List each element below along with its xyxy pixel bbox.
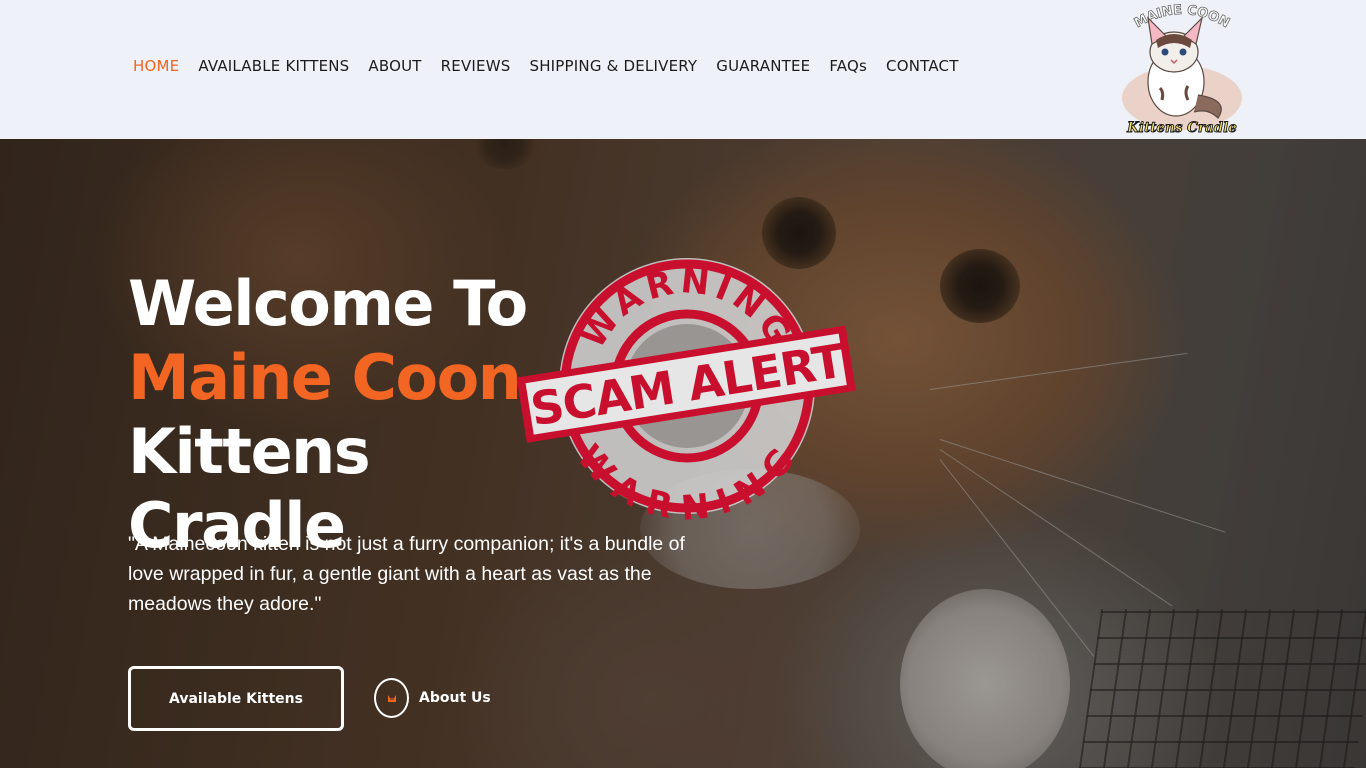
hero-title-line1: Welcome To	[128, 267, 528, 340]
nav-reviews[interactable]: REVIEWS	[441, 57, 511, 75]
hero-title-accent: Maine Coon	[128, 341, 522, 414]
about-us-label: About Us	[419, 690, 491, 706]
site-header: HOME AVAILABLE KITTENS ABOUT REVIEWS SHI…	[0, 0, 1366, 139]
svg-text:MAINE COON: MAINE COON	[1132, 3, 1232, 31]
about-us-button[interactable]: About Us	[374, 678, 491, 718]
available-kittens-button[interactable]: Available Kittens	[128, 666, 344, 731]
nav-home[interactable]: HOME	[133, 57, 179, 75]
nav-guarantee[interactable]: GUARANTEE	[716, 57, 810, 75]
logo-bottom-text: Kittens Cradle	[1126, 120, 1237, 136]
hero-title-rest: Kittens	[128, 415, 371, 488]
hero-quote: "A Mainecoon kitten is not just a furry …	[128, 533, 685, 615]
cat-icon	[387, 695, 396, 702]
about-circle	[374, 678, 409, 718]
site-logo[interactable]: MAINE COON Kittens Cradle	[1112, 0, 1252, 139]
nav-available-kittens[interactable]: AVAILABLE KITTENS	[198, 57, 349, 75]
nav-faqs[interactable]: FAQs	[829, 57, 867, 75]
scam-alert-stamp: WARNING WARNING SCAM ALERT	[516, 258, 856, 521]
logo-top-text: MAINE COON	[1132, 2, 1233, 31]
main-nav: HOME AVAILABLE KITTENS ABOUT REVIEWS SHI…	[133, 57, 959, 75]
nav-shipping-delivery[interactable]: SHIPPING & DELIVERY	[529, 57, 697, 75]
nav-contact[interactable]: CONTACT	[886, 57, 959, 75]
hero-section: Welcome To Maine Coon Kittens Cradle WAR…	[0, 139, 1366, 768]
nav-about[interactable]: ABOUT	[368, 57, 421, 75]
